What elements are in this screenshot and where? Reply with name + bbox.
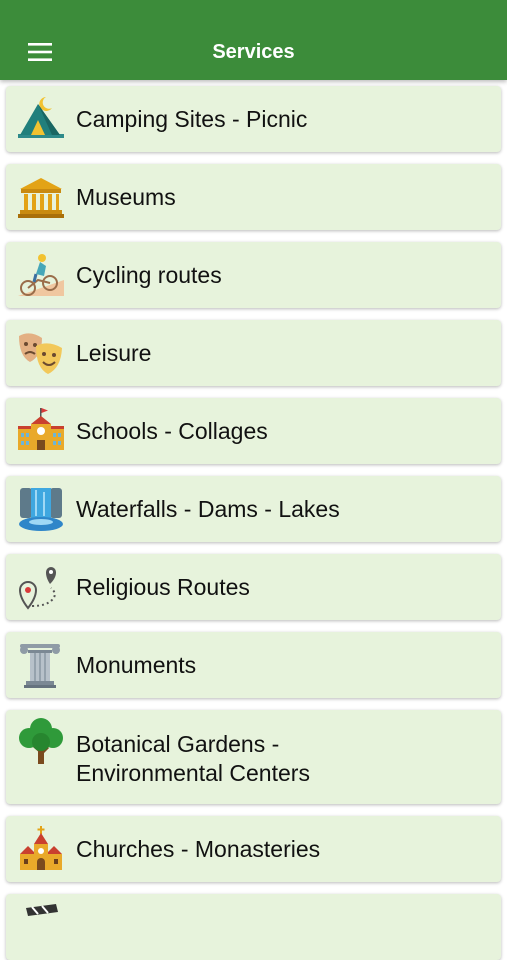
service-label: Schools - Collages bbox=[76, 417, 268, 444]
column-icon bbox=[20, 644, 60, 688]
tree-icon bbox=[19, 718, 63, 764]
route-pins-icon bbox=[18, 567, 56, 610]
service-label: Cycling routes bbox=[76, 261, 222, 288]
app-bar: Services bbox=[0, 0, 507, 80]
clapperboard-icon bbox=[26, 904, 58, 916]
service-item-botanical-gardens[interactable]: Botanical Gardens - Environmental Center… bbox=[6, 710, 501, 804]
service-item-cycling[interactable]: Cycling routes bbox=[6, 242, 501, 308]
theater-masks-icon bbox=[19, 333, 62, 374]
service-label: Camping Sites - Picnic bbox=[76, 105, 308, 132]
church-icon bbox=[20, 826, 62, 870]
service-item-museums[interactable]: Museums bbox=[6, 164, 501, 230]
service-label-line-1: Botanical Gardens - bbox=[76, 731, 280, 757]
service-item-camping[interactable]: Camping Sites - Picnic bbox=[6, 86, 501, 152]
service-label: Waterfalls - Dams - Lakes bbox=[76, 495, 340, 522]
service-label: Museums bbox=[76, 183, 176, 210]
service-label: Religious Routes bbox=[76, 573, 250, 600]
service-item-churches[interactable]: Churches - Monasteries bbox=[6, 816, 501, 882]
cyclist-icon bbox=[18, 254, 64, 296]
service-item-leisure[interactable]: Leisure bbox=[6, 320, 501, 386]
service-item-schools[interactable]: Schools - Collages bbox=[6, 398, 501, 464]
service-label: Monuments bbox=[76, 651, 197, 678]
service-item-monuments[interactable]: Monuments bbox=[6, 632, 501, 698]
service-label-line-2: Environmental Centers bbox=[76, 760, 310, 786]
service-label: Churches - Monasteries bbox=[76, 835, 321, 862]
tent-icon bbox=[18, 97, 64, 138]
service-item-religious-routes[interactable]: Religious Routes bbox=[6, 554, 501, 620]
museum-icon bbox=[18, 178, 64, 218]
service-label: Leisure bbox=[76, 339, 152, 366]
school-icon bbox=[18, 408, 64, 450]
page-title: Services bbox=[212, 41, 295, 63]
service-item-waterfalls[interactable]: Waterfalls - Dams - Lakes bbox=[6, 476, 501, 542]
waterfall-icon bbox=[19, 488, 63, 531]
service-label: Botanical Gardens - Environmental Center… bbox=[76, 730, 310, 788]
service-item-partial[interactable] bbox=[6, 894, 501, 960]
services-list: Camping Sites - Picnic Museums Cycling r bbox=[0, 80, 507, 960]
